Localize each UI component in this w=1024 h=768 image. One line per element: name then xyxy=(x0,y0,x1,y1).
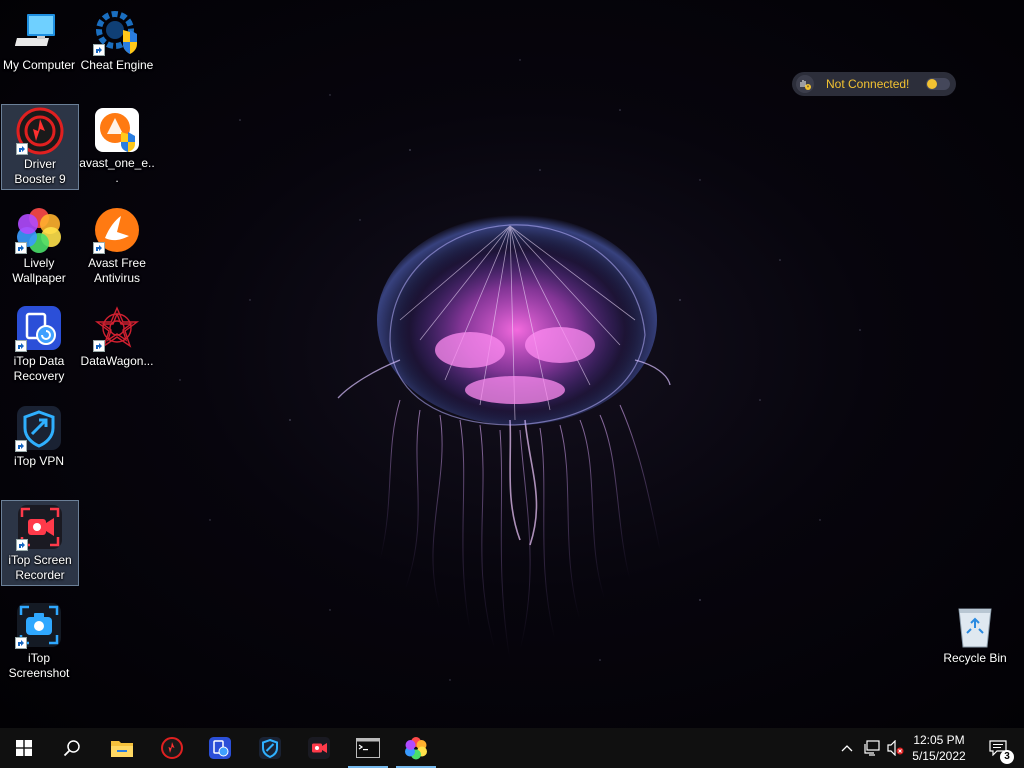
volume-button[interactable] xyxy=(884,728,906,768)
desktop: My Computer Driver Booster 9 Lively Wall… xyxy=(0,0,1024,728)
itop-vpn-icon xyxy=(259,737,281,759)
taskbar-itop-vpn[interactable] xyxy=(246,728,294,768)
command-prompt-icon xyxy=(356,738,380,758)
desktop-icon-itop-screenshot[interactable]: iTop Screenshot xyxy=(0,599,78,685)
computer-icon xyxy=(15,14,55,46)
clock-time: 12:05 PM xyxy=(913,733,965,747)
desktop-icon-driver-booster[interactable]: Driver Booster 9 xyxy=(1,104,79,190)
shortcut-arrow-icon xyxy=(16,143,28,155)
itop-data-recovery-icon xyxy=(209,737,231,759)
vpn-connect-toggle[interactable] xyxy=(926,78,950,90)
show-hidden-icons-button[interactable] xyxy=(836,728,858,768)
volume-muted-icon xyxy=(887,740,904,756)
desktop-icon-label: iTop Screen Recorder xyxy=(8,553,72,582)
shortcut-arrow-icon xyxy=(15,637,27,649)
shortcut-arrow-icon xyxy=(15,242,27,254)
desktop-icon-itop-screen-recorder[interactable]: iTop Screen Recorder xyxy=(1,500,79,586)
avast-installer-icon xyxy=(95,108,139,152)
chevron-up-icon xyxy=(841,745,853,752)
desktop-icon-label: DataWagon... xyxy=(80,354,154,368)
desktop-icon-avast-installer[interactable]: avast_one_e... xyxy=(78,104,156,190)
driver-booster-icon xyxy=(161,737,183,759)
taskbar-file-explorer[interactable] xyxy=(98,728,146,768)
vpn-warning-icon xyxy=(796,75,814,93)
shortcut-arrow-icon xyxy=(93,44,105,56)
desktop-icon-recycle-bin[interactable]: Recycle Bin xyxy=(936,599,1014,685)
desktop-icon-label: iTop Screenshot xyxy=(8,651,70,680)
desktop-icon-itop-vpn[interactable]: iTop VPN xyxy=(0,402,78,488)
desktop-icon-avast-free-antivirus[interactable]: Avast Free Antivirus xyxy=(78,204,156,290)
taskbar-command-prompt[interactable] xyxy=(344,728,392,768)
search-button[interactable] xyxy=(48,728,96,768)
vpn-status-text: Not Connected! xyxy=(826,77,910,91)
windows-start-icon xyxy=(16,740,32,756)
network-status-button[interactable] xyxy=(860,728,884,768)
taskbar-lively-wallpaper[interactable] xyxy=(392,728,440,768)
desktop-icon-cheat-engine[interactable]: Cheat Engine xyxy=(78,6,156,92)
notification-count-badge: 3 xyxy=(1000,750,1014,764)
shortcut-arrow-icon xyxy=(15,440,27,452)
file-explorer-icon xyxy=(111,741,133,757)
recycle-bin-icon xyxy=(958,608,992,648)
lively-wallpaper-icon xyxy=(405,737,427,760)
desktop-icon-itop-data-recovery[interactable]: iTop Data Recovery xyxy=(0,302,78,388)
shortcut-arrow-icon xyxy=(93,242,105,254)
taskbar-itop-data-recovery[interactable] xyxy=(196,728,244,768)
desktop-icon-label: Cheat Engine xyxy=(80,58,154,72)
vpn-status-widget[interactable]: Not Connected! xyxy=(792,72,956,96)
desktop-icon-label: Lively Wallpaper xyxy=(12,256,66,285)
desktop-icon-lively-wallpaper[interactable]: Lively Wallpaper xyxy=(0,204,78,290)
shortcut-arrow-icon xyxy=(93,340,105,352)
network-icon xyxy=(864,740,880,756)
desktop-icon-my-computer[interactable]: My Computer xyxy=(0,6,78,92)
start-button[interactable] xyxy=(0,728,48,768)
action-center-button[interactable]: 3 xyxy=(978,728,1018,768)
taskbar-driver-booster[interactable] xyxy=(148,728,196,768)
taskbar-itop-screen-recorder[interactable] xyxy=(295,728,343,768)
clock-date: 5/15/2022 xyxy=(912,749,966,763)
taskbar: 12:05 PM 5/15/2022 3 xyxy=(0,728,1024,768)
desktop-icon-label: My Computer xyxy=(2,58,76,72)
desktop-icon-label: Driver Booster 9 xyxy=(14,157,66,186)
shortcut-arrow-icon xyxy=(15,340,27,352)
desktop-icon-label: Avast Free Antivirus xyxy=(88,256,146,285)
clock[interactable]: 12:05 PM 5/15/2022 xyxy=(906,728,972,768)
shortcut-arrow-icon xyxy=(16,539,28,551)
desktop-icon-label: avast_one_e... xyxy=(79,156,155,185)
search-icon xyxy=(63,740,80,757)
desktop-icon-label: iTop Data Recovery xyxy=(13,354,65,383)
itop-screen-recorder-icon xyxy=(308,737,330,759)
desktop-icon-datawagon[interactable]: DataWagon... xyxy=(78,302,156,388)
desktop-icon-label: Recycle Bin xyxy=(943,651,1007,665)
desktop-icon-label: iTop VPN xyxy=(13,454,65,468)
